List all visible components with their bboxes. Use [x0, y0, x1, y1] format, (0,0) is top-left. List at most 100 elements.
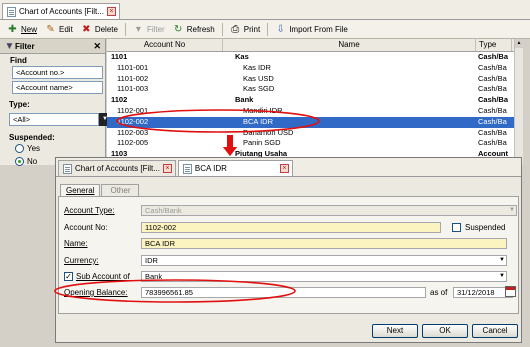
filter-panel: ▼ Filter ✕ Find <Account no.> <Account n… [0, 39, 111, 166]
as-of-label: as of [430, 288, 448, 297]
type-label: Type: [9, 100, 30, 109]
cell-account-no: 1101-001 [117, 62, 149, 72]
cell-type: Cash/Ba [478, 73, 507, 83]
table-row[interactable]: 1102-003 Danamon USD Cash/Ba [107, 128, 523, 139]
account-type-select[interactable]: Cash/Bank ▼ [141, 205, 517, 216]
table-row[interactable]: 1102-005 Panin SGD Cash/Ba [107, 138, 523, 149]
account-detail-window: Chart of Accounts [Filt... × BCA IDR × G… [55, 157, 522, 343]
cancel-button[interactable]: Cancel [472, 324, 518, 338]
toolbar-divider [221, 22, 223, 36]
filter-icon: ▼ [4, 40, 15, 52]
new-icon: ✚ [8, 23, 17, 35]
checkbox-checked-icon: ✓ [64, 272, 73, 281]
scroll-up-icon[interactable]: ▲ [515, 39, 523, 48]
close-tab-icon[interactable]: × [162, 164, 172, 173]
pencil-icon: ✎ [46, 23, 55, 35]
edit-button[interactable]: ✎ Edit [42, 21, 76, 37]
refresh-icon: ↻ [174, 23, 183, 35]
account-no-filter-input[interactable]: <Account no.> [12, 66, 103, 79]
name-field[interactable]: BCA IDR [141, 238, 507, 249]
as-of-date-field[interactable]: 31/12/2018 [453, 287, 513, 298]
column-header-type[interactable]: Type [476, 39, 512, 51]
filter-button[interactable]: ▾ Filter [130, 21, 168, 37]
cell-account-no: 1102 [111, 95, 128, 105]
cell-type: Cash/Ba [478, 138, 507, 148]
suspended-checkbox[interactable]: Suspended [452, 223, 505, 232]
new-button[interactable]: ✚ New [4, 21, 40, 37]
refresh-button[interactable]: ↻ Refresh [170, 21, 218, 37]
tab-label: Chart of Accounts [Filt... [75, 164, 160, 173]
main-tabstrip: Chart of Accounts [Filt... × [0, 0, 530, 20]
cell-account-no: 1101-002 [117, 73, 149, 83]
suspended-yes-radio[interactable]: Yes [15, 144, 40, 153]
column-header-name[interactable]: Name [223, 39, 476, 51]
cell-type: Cash/Ba [478, 52, 509, 61]
table-row[interactable]: 1102-001 Mandiri IDR Cash/Ba [107, 106, 523, 117]
close-panel-icon[interactable]: ✕ [93, 41, 101, 52]
calendar-icon[interactable] [505, 286, 516, 297]
table-row[interactable]: 1101 Kas Cash/Ba [107, 52, 523, 63]
suspended-label: Suspended: [9, 133, 55, 142]
suspended-no-radio[interactable]: No [15, 157, 37, 166]
table-row[interactable]: 1102-002 BCA IDR Cash/Ba [107, 116, 523, 128]
ok-button[interactable]: OK [422, 324, 468, 338]
table-row[interactable]: 1102 Bank Cash/Ba [107, 95, 523, 106]
tab-bca-idr[interactable]: BCA IDR × [177, 160, 293, 176]
next-button[interactable]: Next [372, 324, 418, 338]
detail-tabstrip: Chart of Accounts [Filt... × BCA IDR × [56, 158, 521, 177]
close-tab-icon[interactable]: × [106, 7, 116, 16]
print-button[interactable]: ⎙ Print [227, 21, 263, 37]
account-no-label: Account No: [64, 223, 108, 232]
import-button[interactable]: ⇩ Import From File [272, 21, 351, 37]
subtab-general[interactable]: General [60, 184, 101, 196]
toolbar-divider [267, 22, 269, 36]
radio-circle [15, 157, 24, 166]
type-select[interactable]: <All> ▼ [9, 113, 111, 126]
table-row[interactable]: 1101-002 Kas USD Cash/Ba [107, 74, 523, 85]
sub-account-checkbox[interactable]: ✓ Sub Account of [64, 272, 130, 281]
cell-type: Cash/Ba [478, 105, 507, 115]
opening-balance-field[interactable]: 783996561.85 [141, 287, 426, 298]
cell-type: Cash/Ba [478, 116, 507, 126]
table-row[interactable]: 1101-001 Kas IDR Cash/Ba [107, 63, 523, 74]
printer-icon: ⎙ [231, 23, 240, 35]
cell-account-no: 1101 [111, 52, 128, 61]
table-row[interactable]: 1101-003 Kas SGD Cash/Ba [107, 84, 523, 95]
account-name-filter-input[interactable]: <Account name> [12, 81, 103, 94]
tab-label: BCA IDR [194, 164, 227, 173]
cell-name: Mandiri IDR [243, 105, 283, 115]
account-no-field[interactable]: 1102-002 [141, 222, 441, 233]
tab-chart-of-accounts[interactable]: Chart of Accounts [Filt... × [2, 3, 120, 19]
delete-icon: ✖ [82, 23, 91, 35]
grid-body: 1101 Kas Cash/Ba 1101-001 Kas IDR Cash/Ba 1101… [107, 52, 523, 160]
vertical-scrollbar[interactable]: ▲ [514, 39, 523, 165]
subtab-strip: General Other [60, 184, 140, 196]
cell-type: Cash/Ba [478, 62, 507, 72]
radio-circle [15, 144, 24, 153]
cell-type: Cash/Ba [478, 127, 507, 137]
cell-name: BCA IDR [243, 116, 274, 126]
cell-name: Kas IDR [243, 62, 271, 72]
cell-name: Kas SGD [243, 84, 275, 94]
cell-account-no: 1102-005 [117, 138, 149, 148]
account-type-label: Account Type: [64, 206, 115, 215]
calendar-icon-header [506, 287, 515, 290]
chevron-down-icon: ▼ [509, 207, 515, 213]
subtab-other[interactable]: Other [101, 184, 140, 196]
import-icon: ⇩ [276, 23, 285, 35]
cell-name: Panin SGD [243, 138, 281, 148]
chevron-down-icon: ▼ [499, 257, 505, 263]
find-label: Find [10, 56, 27, 65]
tab-label: Chart of Accounts [Filt... [19, 7, 104, 16]
opening-balance-label: Opening Balance: [64, 288, 128, 297]
document-icon [7, 6, 16, 17]
currency-select[interactable]: IDR ▼ [141, 255, 507, 266]
delete-button[interactable]: ✖ Delete [78, 21, 121, 37]
document-icon [182, 163, 192, 174]
tab-chart-of-accounts[interactable]: Chart of Accounts [Filt... × [58, 160, 176, 176]
sub-account-select[interactable]: Bank ▼ [141, 271, 507, 282]
column-header-account-no[interactable]: Account No [107, 39, 223, 51]
close-tab-icon[interactable]: × [279, 164, 289, 173]
checkbox-box [452, 223, 461, 232]
name-label: Name: [64, 239, 88, 248]
